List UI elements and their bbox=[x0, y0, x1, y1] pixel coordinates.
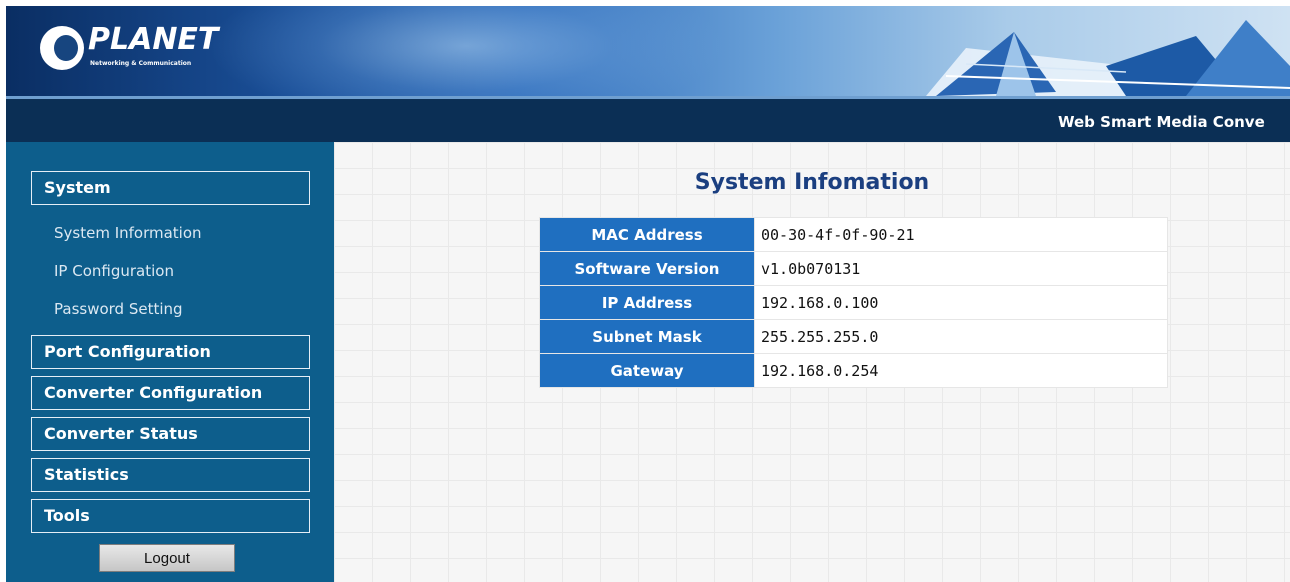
row-label: IP Address bbox=[539, 285, 755, 320]
header-banner: PLANET Networking & Communication bbox=[6, 6, 1290, 96]
page-title: System Infomation bbox=[694, 170, 930, 195]
menu-item-system-information[interactable]: System Information bbox=[54, 224, 202, 242]
row-label: Gateway bbox=[539, 353, 755, 388]
menu-system[interactable]: System bbox=[31, 171, 310, 205]
row-value: 192.168.0.100 bbox=[754, 285, 1168, 320]
row-value: 00-30-4f-0f-90-21 bbox=[754, 217, 1168, 252]
logo-tagline: Networking & Communication bbox=[90, 60, 192, 67]
row-value: 192.168.0.254 bbox=[754, 353, 1168, 388]
table-row: Gateway 192.168.0.254 bbox=[539, 353, 1168, 388]
table-row: IP Address 192.168.0.100 bbox=[539, 285, 1168, 320]
row-label: Subnet Mask bbox=[539, 319, 755, 354]
table-row: Software Version v1.0b070131 bbox=[539, 251, 1168, 286]
table-row: MAC Address 00-30-4f-0f-90-21 bbox=[539, 217, 1168, 252]
title-bar: Web Smart Media Conve bbox=[6, 96, 1290, 142]
row-label: Software Version bbox=[539, 251, 755, 286]
menu-tools[interactable]: Tools bbox=[31, 499, 310, 533]
row-label: MAC Address bbox=[539, 217, 755, 252]
row-value: v1.0b070131 bbox=[754, 251, 1168, 286]
menu-port-configuration[interactable]: Port Configuration bbox=[31, 335, 310, 369]
logo-mark bbox=[40, 26, 84, 70]
table-row: Subnet Mask 255.255.255.0 bbox=[539, 319, 1168, 354]
menu-item-password-setting[interactable]: Password Setting bbox=[54, 300, 183, 318]
menu-converter-status[interactable]: Converter Status bbox=[31, 417, 310, 451]
row-value: 255.255.255.0 bbox=[754, 319, 1168, 354]
system-info-table: MAC Address 00-30-4f-0f-90-21 Software V… bbox=[539, 217, 1168, 388]
logout-button[interactable]: Logout bbox=[99, 544, 235, 572]
menu-converter-configuration[interactable]: Converter Configuration bbox=[31, 376, 310, 410]
logo-wordmark: PLANET bbox=[88, 22, 219, 57]
menu-statistics[interactable]: Statistics bbox=[31, 458, 310, 492]
planet-logo: PLANET Networking & Communication bbox=[40, 22, 230, 76]
product-title: Web Smart Media Conve bbox=[1058, 113, 1265, 131]
main-content: System Infomation MAC Address 00-30-4f-0… bbox=[334, 142, 1290, 582]
app-frame: PLANET Networking & Communication Web Sm… bbox=[6, 6, 1290, 582]
menu-item-ip-configuration[interactable]: IP Configuration bbox=[54, 262, 174, 280]
sidebar: System System Information IP Configurati… bbox=[6, 142, 334, 582]
